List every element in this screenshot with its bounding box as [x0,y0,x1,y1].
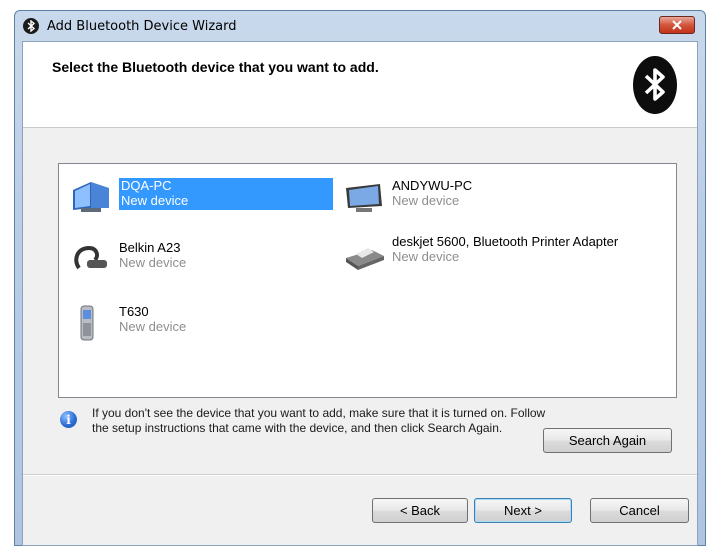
info-message: If you don't see the device that you wan… [92,406,546,435]
device-item[interactable]: T630 New device [69,304,186,344]
device-name: ANDYWU-PC [392,178,473,193]
device-name: Belkin A23 [119,240,181,255]
device-status: New device [392,249,460,264]
device-item[interactable]: DQA-PC New device [69,178,333,218]
wizard-body: Select the Bluetooth device that you wan… [22,41,698,546]
device-item[interactable]: ANDYWU-PC New device [342,178,472,218]
title-bar[interactable]: Add Bluetooth Device Wizard [15,11,705,41]
wizard-window: Add Bluetooth Device Wizard Select the B… [14,10,706,546]
device-status: New device [119,255,187,270]
info-icon: i [60,411,77,428]
device-name: T630 [119,304,149,319]
device-name: deskjet 5600, Bluetooth Printer Adapter [392,234,619,249]
computer-icon [342,178,386,218]
page-title: Select the Bluetooth device that you wan… [52,59,379,75]
phone-icon [69,304,113,344]
device-name: DQA-PC [121,178,172,193]
next-button[interactable]: Next > [474,498,572,523]
device-status: New device [119,319,187,334]
device-list[interactable]: DQA-PC New device ANDYWU-PC New device B… [58,163,677,398]
close-button[interactable] [659,16,695,34]
back-button[interactable]: < Back [372,498,468,523]
device-item[interactable]: Belkin A23 New device [69,240,186,280]
device-item[interactable]: deskjet 5600, Bluetooth Printer Adapter … [342,234,622,274]
bluetooth-logo-icon [633,56,677,114]
cancel-button[interactable]: Cancel [590,498,689,523]
device-status: New device [392,193,460,208]
computer-icon [69,178,113,218]
divider [23,474,697,476]
close-icon [672,20,682,30]
device-status: New device [121,193,189,208]
printer-icon [342,234,386,274]
window-title: Add Bluetooth Device Wizard [47,18,237,34]
headset-icon [69,240,113,280]
search-again-button[interactable]: Search Again [543,428,672,453]
bluetooth-icon [23,18,39,34]
wizard-header: Select the Bluetooth device that you wan… [23,42,697,128]
